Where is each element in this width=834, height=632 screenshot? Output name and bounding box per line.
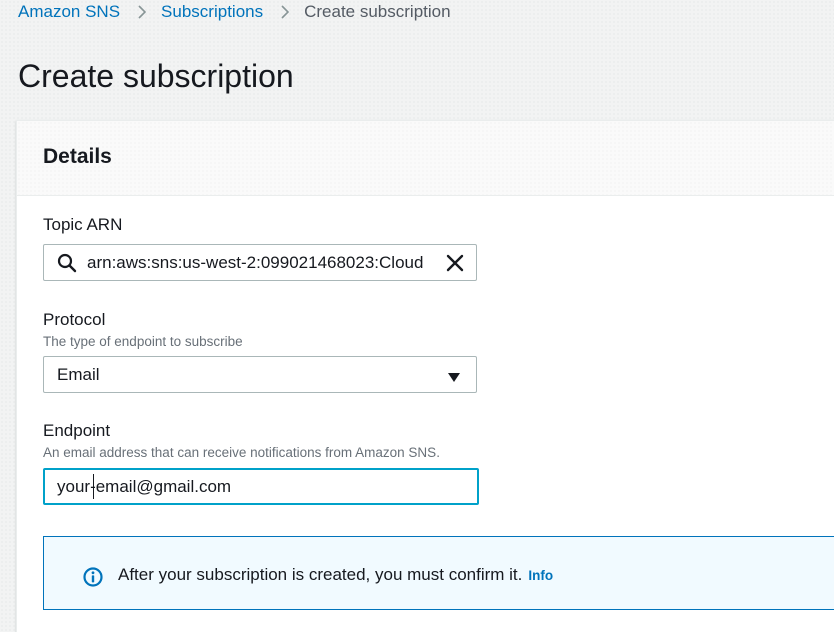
breadcrumb-subscriptions-link[interactable]: Subscriptions <box>161 2 263 22</box>
alert-message: After your subscription is created, you … <box>118 565 523 584</box>
topic-arn-field[interactable]: arn:aws:sns:us-west-2:099021468023:Cloud <box>43 244 477 281</box>
breadcrumb: Amazon SNS Subscriptions Create subscrip… <box>18 2 451 22</box>
details-panel-header: Details <box>17 121 834 196</box>
caret-down-icon <box>448 370 460 388</box>
text-cursor <box>93 474 94 499</box>
protocol-select[interactable]: Email <box>43 356 477 393</box>
protocol-label: Protocol <box>43 310 106 329</box>
alert-message-container: After your subscription is created, you … <box>118 564 553 587</box>
protocol-selected-value: Email <box>57 365 100 384</box>
close-icon[interactable] <box>446 254 464 277</box>
topic-arn-value[interactable]: arn:aws:sns:us-west-2:099021468023:Cloud <box>87 252 433 274</box>
breadcrumb-current: Create subscription <box>304 2 451 21</box>
endpoint-input[interactable] <box>45 470 477 503</box>
search-icon <box>57 253 77 278</box>
chevron-right-icon <box>138 5 147 19</box>
details-title: Details <box>43 145 112 168</box>
info-circle-icon <box>83 567 103 592</box>
protocol-description: The type of endpoint to subscribe <box>43 334 243 349</box>
topic-arn-label: Topic ARN <box>43 215 123 234</box>
breadcrumb-amazon-sns-link[interactable]: Amazon SNS <box>18 2 120 22</box>
details-panel: Details Topic ARN arn:aws:sns:us-west-2:… <box>16 120 834 632</box>
info-alert: After your subscription is created, you … <box>43 536 834 610</box>
endpoint-label: Endpoint <box>43 421 111 440</box>
endpoint-description: An email address that can receive notifi… <box>43 445 440 460</box>
page-title: Create subscription <box>18 58 294 94</box>
info-link[interactable]: Info <box>528 568 553 583</box>
endpoint-field[interactable] <box>43 468 479 505</box>
chevron-right-icon <box>281 5 290 19</box>
